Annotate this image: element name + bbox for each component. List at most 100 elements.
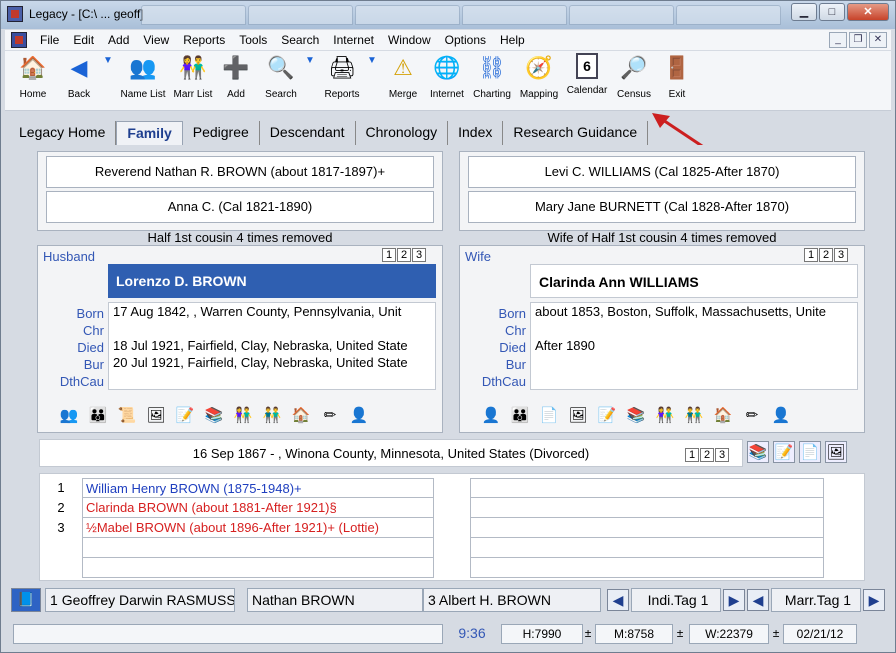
tab-research-guidance[interactable]: Research Guidance: [503, 121, 649, 145]
address-icon[interactable]: 🏠: [290, 404, 312, 426]
wife-born[interactable]: about 1853, Boston, Suffolk, Massachuset…: [535, 303, 857, 320]
close-button[interactable]: ✕: [847, 3, 889, 21]
edit-notes-icon[interactable]: 📝: [174, 404, 196, 426]
wife-dthcau[interactable]: [535, 371, 857, 388]
parents-icon[interactable]: 👬: [683, 404, 705, 426]
child-spouse-cell[interactable]: [470, 558, 824, 578]
address-icon[interactable]: 🏠: [712, 404, 734, 426]
picture-icon[interactable]: 🖼: [145, 404, 167, 426]
indi-tag-prev-button[interactable]: ◀: [607, 589, 629, 611]
child-name[interactable]: ½Mabel BROWN (about 1896-After 1921)+ (L…: [82, 518, 434, 538]
marriage-notes-icon[interactable]: 📝: [773, 441, 795, 463]
toolbar-merge-button[interactable]: ⚠ Merge: [383, 53, 423, 100]
list-item[interactable]: [40, 558, 434, 578]
indi-tag-label[interactable]: Indi.Tag 1: [631, 588, 721, 612]
tab-pedigree[interactable]: Pedigree: [182, 121, 260, 145]
bottom-tab-3[interactable]: 3 Albert H. BROWN: [423, 588, 601, 612]
indi-tag-next-button[interactable]: ▶: [723, 589, 745, 611]
husband-page-selector[interactable]: 123: [382, 248, 427, 262]
husband-mother[interactable]: Anna C. (Cal 1821-1890): [46, 191, 434, 223]
marriage-picture-icon[interactable]: 🖼: [825, 441, 847, 463]
bookmark-icon[interactable]: 📘: [11, 588, 41, 612]
tab-legacy-home[interactable]: Legacy Home: [9, 121, 117, 145]
toolbar-search-button[interactable]: 🔍 Search: [261, 53, 301, 100]
toolbar-exit-button[interactable]: 🚪 Exit: [661, 53, 693, 100]
minimize-button[interactable]: ▁: [791, 3, 817, 21]
marriage-document-icon[interactable]: 📄: [799, 441, 821, 463]
sources-icon[interactable]: 📚: [203, 404, 225, 426]
spouses-icon[interactable]: 👤: [480, 404, 502, 426]
parents-icon[interactable]: 👬: [261, 404, 283, 426]
menu-file[interactable]: File: [33, 33, 66, 47]
picture-icon[interactable]: 🖼: [567, 404, 589, 426]
list-item[interactable]: [40, 538, 434, 558]
to-do-icon[interactable]: ✏: [319, 404, 341, 426]
wife-bur[interactable]: [535, 354, 857, 371]
bottom-tab-2[interactable]: Nathan BROWN: [247, 588, 423, 612]
child-spouse-cell[interactable]: [470, 538, 824, 558]
marr-tag-next-button[interactable]: ▶: [863, 589, 885, 611]
individual-icon[interactable]: 👤: [770, 404, 792, 426]
marr-tag-label[interactable]: Marr.Tag 1: [771, 588, 861, 612]
toolbar-marr-list-button[interactable]: 👫 Marr List: [171, 53, 215, 100]
to-do-icon[interactable]: ✏: [741, 404, 763, 426]
wife-died[interactable]: After 1890: [535, 337, 857, 354]
tab-chronology[interactable]: Chronology: [355, 121, 449, 145]
marr-tag-prev-button[interactable]: ◀: [747, 589, 769, 611]
menu-search[interactable]: Search: [274, 33, 326, 47]
menu-help[interactable]: Help: [493, 33, 532, 47]
toolbar-reports-button[interactable]: 🖨 Reports: [319, 53, 365, 100]
menu-window[interactable]: Window: [381, 33, 438, 47]
marriage-event[interactable]: 16 Sep 1867 - , Winona County, Minnesota…: [39, 439, 743, 467]
wife-page-selector[interactable]: 123: [804, 248, 849, 262]
individual-icon[interactable]: 👤: [348, 404, 370, 426]
list-item[interactable]: 3 ½Mabel BROWN (about 1896-After 1921)+ …: [40, 518, 434, 538]
toolbar-name-list-button[interactable]: 👥 Name List: [117, 53, 169, 100]
husband-born[interactable]: 17 Aug 1842, , Warren County, Pennsylvan…: [113, 303, 435, 320]
marriage-sources-icon[interactable]: 📚: [747, 441, 769, 463]
husband-name[interactable]: Lorenzo D. BROWN: [108, 264, 436, 298]
mdi-restore-button[interactable]: ❐: [849, 32, 867, 48]
document-icon[interactable]: [11, 32, 27, 48]
notes-icon[interactable]: 📄: [538, 404, 560, 426]
menu-edit[interactable]: Edit: [66, 33, 101, 47]
tab-descendant[interactable]: Descendant: [259, 121, 356, 145]
mdi-minimize-button[interactable]: _: [829, 32, 847, 48]
children-icon[interactable]: 👪: [87, 404, 109, 426]
husband-dthcau[interactable]: [113, 371, 435, 388]
associations-icon[interactable]: 👫: [232, 404, 254, 426]
sources-icon[interactable]: 📚: [625, 404, 647, 426]
maximize-button[interactable]: □: [819, 3, 845, 21]
child-spouse-cell[interactable]: [470, 498, 824, 518]
toolbar-home-button[interactable]: 🏠 Home: [13, 53, 53, 100]
tab-index[interactable]: Index: [448, 121, 504, 145]
associations-icon[interactable]: 👫: [654, 404, 676, 426]
husband-chr[interactable]: [113, 320, 435, 337]
children-icon[interactable]: 👪: [509, 404, 531, 426]
toolbar-internet-button[interactable]: 🌐 Internet: [425, 53, 469, 100]
toolbar-mapping-button[interactable]: 🧭 Mapping: [517, 53, 561, 100]
menu-internet[interactable]: Internet: [326, 33, 381, 47]
spouses-icon[interactable]: 👥: [58, 404, 80, 426]
child-name[interactable]: William Henry BROWN (1875-1948)+: [82, 478, 434, 498]
menu-options[interactable]: Options: [438, 33, 493, 47]
husband-father[interactable]: Reverend Nathan R. BROWN (about 1817-189…: [46, 156, 434, 188]
wife-chr[interactable]: [535, 320, 857, 337]
husband-bur[interactable]: 20 Jul 1921, Fairfield, Clay, Nebraska, …: [113, 354, 435, 371]
toolbar-census-button[interactable]: 🔎 Census: [613, 53, 655, 100]
toolbar-charting-button[interactable]: ⛓ Charting: [471, 53, 513, 100]
menu-add[interactable]: Add: [101, 33, 136, 47]
wife-father[interactable]: Levi C. WILLIAMS (Cal 1825-After 1870): [468, 156, 856, 188]
list-item[interactable]: 2 Clarinda BROWN (about 1881-After 1921)…: [40, 498, 434, 518]
child-spouse-cell[interactable]: [470, 478, 824, 498]
toolbar-calendar-button[interactable]: 6 Calendar: [563, 53, 611, 96]
back-dropdown-arrow-icon[interactable]: ▼: [101, 55, 115, 66]
reports-dropdown-arrow-icon[interactable]: ▼: [365, 55, 379, 66]
husband-died[interactable]: 18 Jul 1921, Fairfield, Clay, Nebraska, …: [113, 337, 435, 354]
notes-icon[interactable]: 📜: [116, 404, 138, 426]
menu-view[interactable]: View: [136, 33, 176, 47]
list-item[interactable]: 1 William Henry BROWN (1875-1948)+: [40, 478, 434, 498]
child-name[interactable]: Clarinda BROWN (about 1881-After 1921)§: [82, 498, 434, 518]
tab-family[interactable]: Family: [116, 121, 183, 145]
menu-reports[interactable]: Reports: [176, 33, 232, 47]
